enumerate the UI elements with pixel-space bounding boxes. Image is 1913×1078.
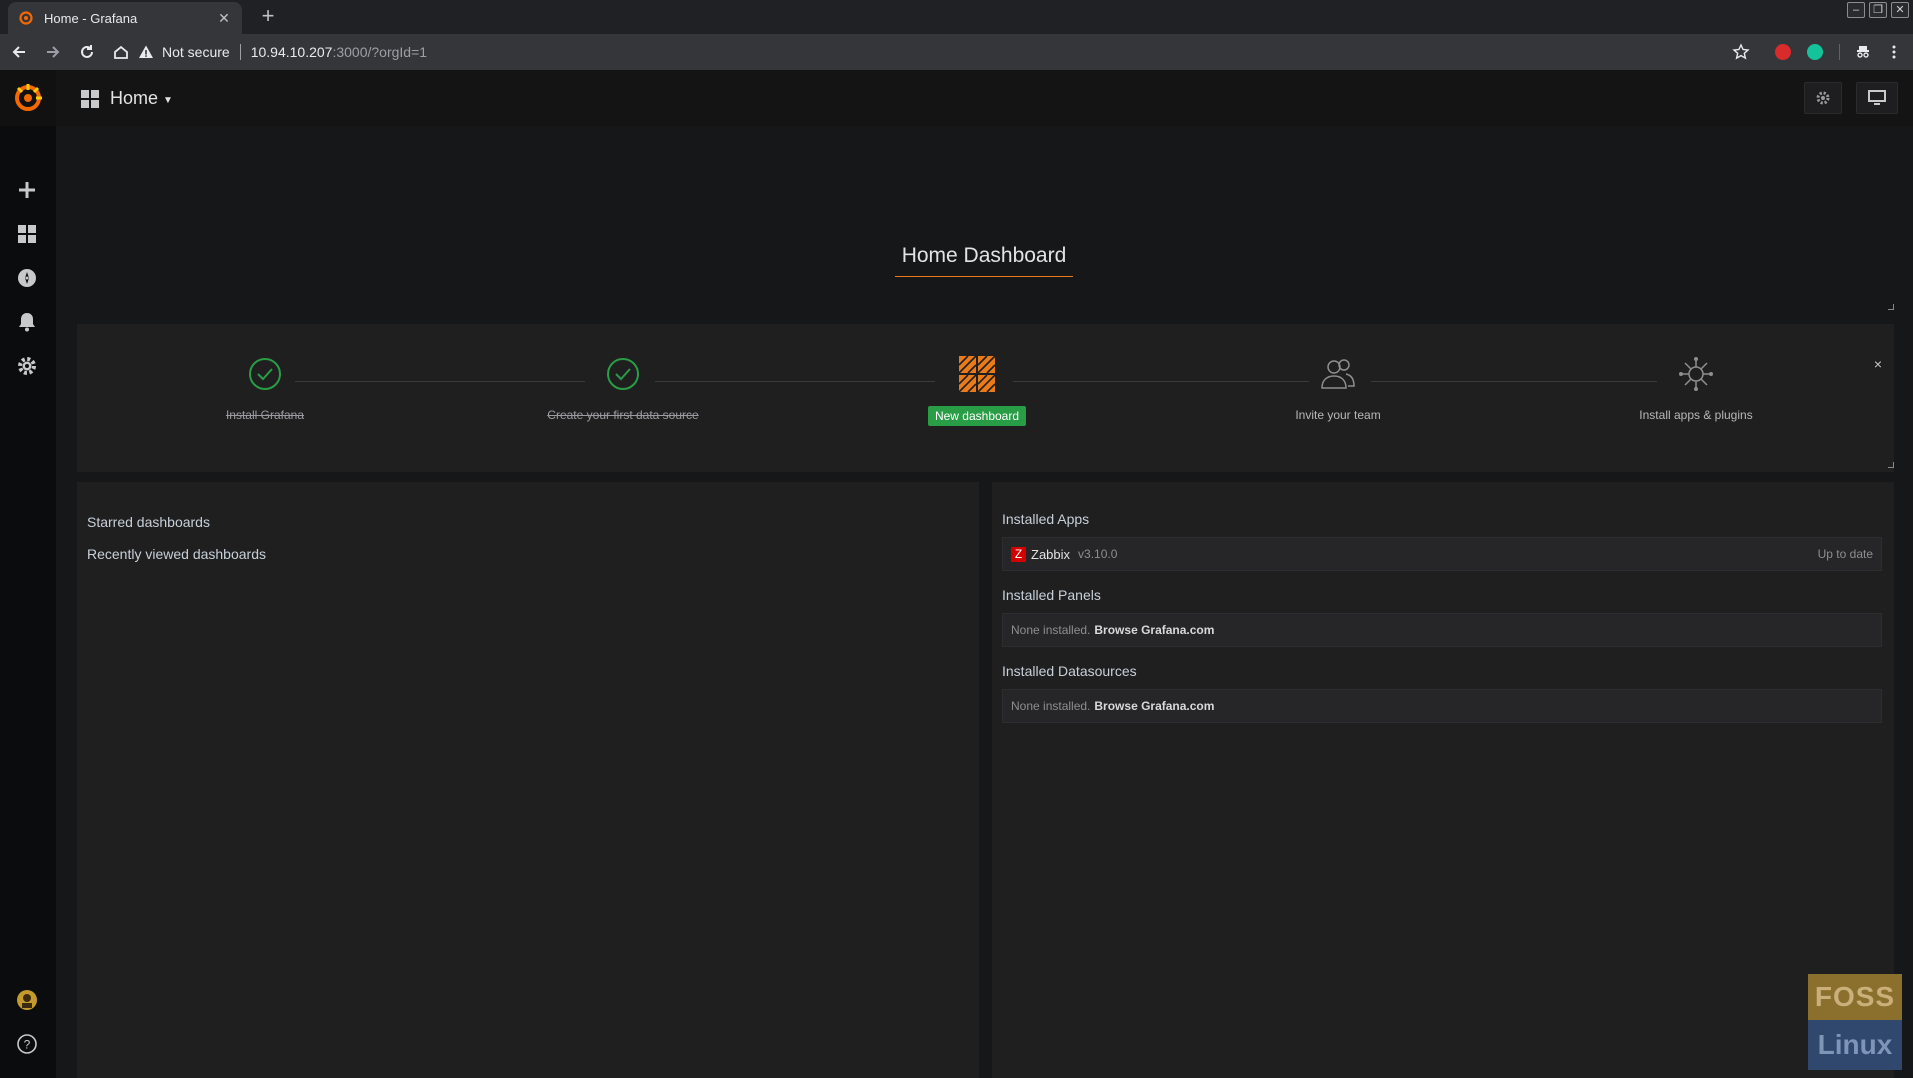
close-window-button[interactable]: ✕ (1891, 2, 1909, 18)
user-avatar[interactable] (15, 988, 39, 1012)
arrow-left-icon (12, 46, 25, 58)
window-controls: – ❐ ✕ (1847, 2, 1909, 18)
close-icon[interactable]: × (1874, 356, 1882, 372)
installed-datasources-heading: Installed Datasources (1002, 663, 1137, 679)
home-title-panel: Home Dashboard (77, 126, 1894, 314)
step-new-dashboard[interactable]: New dashboard (857, 354, 1097, 426)
none-installed-text: None installed. (1011, 623, 1091, 637)
extension-divider (1839, 44, 1840, 60)
fosslinux-watermark: FOSS Linux (1808, 974, 1902, 1070)
browser-toolbar: Not secure 10.94.10.207:3000/?orgId=1 (0, 34, 1913, 70)
back-button[interactable] (2, 35, 36, 69)
watermark-bottom: Linux (1808, 1020, 1902, 1070)
title-underline (895, 276, 1073, 277)
explore-compass-icon[interactable] (15, 266, 39, 290)
new-tab-button[interactable]: + (256, 5, 280, 29)
browser-tab[interactable]: Home - Grafana ✕ (8, 2, 242, 34)
dashboards-icon[interactable] (15, 222, 39, 246)
plugin-status: Up to date (1817, 547, 1873, 561)
step-label: Install Grafana (225, 408, 305, 422)
grammarly-extension-icon[interactable] (1807, 44, 1823, 60)
gear-icon (1816, 91, 1830, 105)
browser-tabstrip: Home - Grafana ✕ + – ❐ ✕ (0, 0, 1913, 34)
help-icon[interactable]: ? (15, 1032, 39, 1056)
dashboard-body: Home Dashboard Install Grafana Create yo… (77, 126, 1894, 1078)
dashboard-picker[interactable]: Home ▼ (80, 88, 173, 109)
dashboard-title: Home (110, 88, 159, 108)
reload-icon (81, 45, 93, 58)
new-dashboard-button[interactable]: New dashboard (927, 406, 1027, 426)
grafana-logo-icon (15, 84, 42, 111)
dashboard-settings-button[interactable] (1804, 82, 1842, 114)
reload-button[interactable] (70, 35, 104, 69)
users-icon (1318, 354, 1358, 394)
plugins-icon (1676, 354, 1716, 394)
browse-grafana-link[interactable]: Browse Grafana.com (1094, 699, 1214, 713)
none-installed-text: None installed. (1011, 699, 1091, 713)
dashboard-list-panel: Starred dashboards Recently viewed dashb… (77, 482, 979, 1078)
plugin-version: v3.10.0 (1078, 547, 1118, 561)
panel-resize-handle[interactable] (1888, 304, 1894, 310)
datasources-empty-row: None installed. Browse Grafana.com (1002, 689, 1882, 723)
recent-dashboards-heading: Recently viewed dashboards (87, 546, 266, 562)
step-label: Install apps & plugins (1639, 408, 1753, 422)
starred-dashboards-heading: Starred dashboards (87, 514, 210, 530)
adblock-extension-icon[interactable] (1775, 44, 1791, 60)
getting-started-panel: Install Grafana Create your first data s… (77, 324, 1894, 472)
warning-icon (139, 45, 153, 58)
browser-menu-icon[interactable] (1886, 44, 1902, 60)
side-menu: ? (0, 70, 56, 1078)
installed-apps-heading: Installed Apps (1002, 511, 1090, 527)
plugin-list-panel: Installed Apps Z Zabbix v3.10.0 Up to da… (992, 482, 1894, 1078)
forward-button[interactable] (36, 35, 70, 69)
home-button[interactable] (104, 35, 138, 69)
monitor-icon (1868, 90, 1886, 105)
panel-resize-handle[interactable] (1888, 462, 1894, 468)
dashboard-navbar: Home ▼ (56, 70, 1913, 126)
address-bar[interactable]: Not secure 10.94.10.207:3000/?orgId=1 (138, 38, 1758, 66)
step-label: Create your first data source (547, 408, 699, 422)
grafana-logo[interactable] (0, 70, 56, 126)
tab-close-icon[interactable]: ✕ (216, 10, 232, 27)
plugin-row-zabbix[interactable]: Z Zabbix v3.10.0 Up to date (1002, 537, 1882, 571)
restore-button[interactable]: ❐ (1869, 2, 1887, 18)
svg-text:?: ? (24, 1038, 31, 1052)
tab-title: Home - Grafana (44, 10, 138, 26)
create-plus-icon[interactable] (15, 178, 39, 202)
tv-mode-button[interactable] (1856, 82, 1898, 114)
bookmark-star-icon[interactable] (1732, 43, 1750, 61)
installed-panels-heading: Installed Panels (1002, 587, 1101, 603)
step-install-plugins[interactable]: Install apps & plugins (1576, 354, 1816, 424)
not-secure-label: Not secure (162, 44, 230, 60)
alerting-bell-icon[interactable] (15, 310, 39, 334)
check-circle-icon (245, 354, 285, 394)
minimize-button[interactable]: – (1847, 2, 1865, 18)
watermark-top: FOSS (1808, 974, 1902, 1020)
step-invite-team[interactable]: Invite your team (1218, 354, 1458, 424)
plugin-name: Zabbix (1031, 546, 1071, 562)
panels-empty-row: None installed. Browse Grafana.com (1002, 613, 1882, 647)
url-host: 10.94.10.207 (250, 44, 333, 60)
zabbix-logo-icon: Z (1011, 546, 1026, 562)
dashboard-grid-icon (81, 89, 99, 108)
step-install-grafana[interactable]: Install Grafana (145, 354, 385, 424)
omnibox-divider (239, 44, 241, 60)
check-circle-icon (603, 354, 643, 394)
dashboard-grid-icon (957, 354, 997, 394)
incognito-profile-icon[interactable] (1855, 44, 1871, 60)
arrow-right-icon (47, 46, 60, 58)
home-icon (114, 45, 128, 59)
step-create-data-source[interactable]: Create your first data source (503, 354, 743, 424)
page-title: Home Dashboard (901, 244, 1067, 267)
url-path: :3000/?orgId=1 (332, 44, 428, 60)
step-label: Invite your team (1295, 408, 1381, 422)
browse-grafana-link[interactable]: Browse Grafana.com (1094, 623, 1214, 637)
configuration-gear-icon[interactable] (15, 354, 39, 378)
caret-down-icon: ▼ (163, 95, 173, 106)
grafana-favicon-icon (19, 11, 33, 25)
grafana-app: ? Home ▼ Home Dashboard Install Grafana … (0, 70, 1913, 1078)
